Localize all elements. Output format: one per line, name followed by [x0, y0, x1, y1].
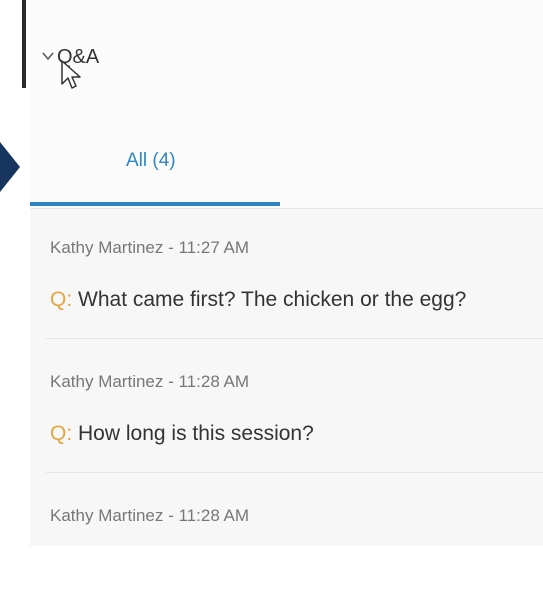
- vertical-divider: [22, 0, 26, 88]
- question-line: Q: How long is this session?: [50, 422, 314, 446]
- question-meta: Kathy Martinez - 11:28 AM: [50, 372, 250, 391]
- question-meta: Kathy Martinez - 11:28 AM: [50, 506, 250, 525]
- question-prefix: Q:: [50, 288, 73, 311]
- question-prefix: Q:: [50, 422, 73, 445]
- tab-bar: All (4): [30, 120, 543, 210]
- question-text: How long is this session?: [78, 422, 314, 445]
- tab-all[interactable]: All (4): [30, 120, 280, 206]
- active-tab-indicator: [30, 202, 280, 206]
- tab-all-label: All (4): [126, 150, 176, 171]
- question-divider: [46, 338, 543, 339]
- question-item[interactable]: Kathy Martinez - 11:28 AM Q: How long is…: [30, 344, 543, 473]
- chevron-down-icon[interactable]: [42, 50, 54, 62]
- question-line: Q: What came first? The chicken or the e…: [50, 288, 466, 312]
- question-item[interactable]: Kathy Martinez - 11:28 AM: [30, 478, 543, 606]
- question-text: What came first? The chicken or the egg?: [78, 288, 467, 311]
- questions-list: Kathy Martinez - 11:27 AM Q: What came f…: [30, 210, 543, 546]
- pointer-arrow-icon: [0, 142, 20, 192]
- question-meta: Kathy Martinez - 11:27 AM: [50, 238, 250, 257]
- mouse-cursor-icon: [61, 60, 81, 89]
- tab-divider: [30, 208, 543, 209]
- question-item[interactable]: Kathy Martinez - 11:27 AM Q: What came f…: [30, 210, 543, 339]
- qa-header[interactable]: Q&A: [30, 0, 543, 120]
- qa-panel: Q&A All (4) Kathy Martinez - 11:27 AM Q:…: [30, 0, 543, 546]
- question-divider: [46, 472, 543, 473]
